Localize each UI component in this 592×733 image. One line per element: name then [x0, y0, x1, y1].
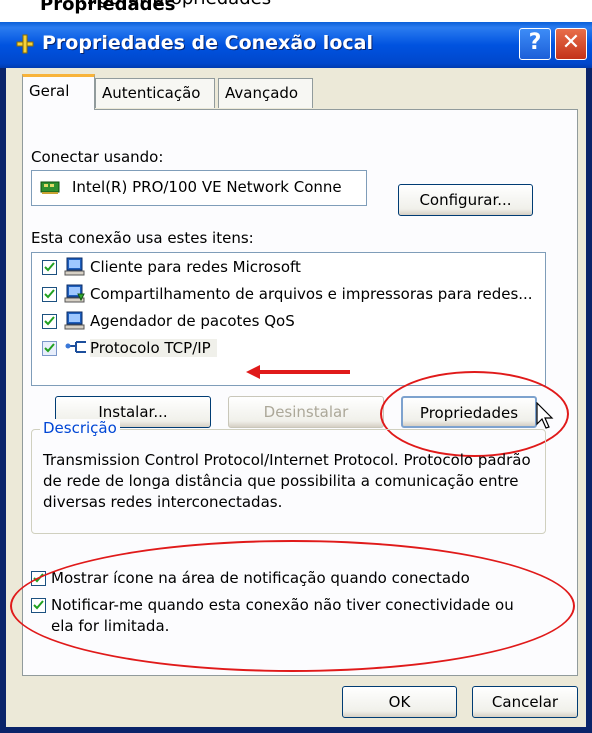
properties-dialog: Propriedades de Conexão local ? ✕ Geral … [0, 22, 592, 733]
list-item-label: Agendador de pacotes QoS [90, 312, 295, 330]
connect-using-label: Conectar usando: [31, 148, 164, 166]
tab-avancado[interactable]: Avançado [218, 78, 313, 108]
checkbox[interactable] [42, 260, 57, 275]
configure-button[interactable]: Configurar... [398, 184, 533, 216]
check-icon [33, 600, 44, 610]
ok-button[interactable]: OK [342, 686, 457, 718]
items-label: Esta conexão usa estes itens: [31, 229, 254, 247]
list-item-label: Compartilhamento de arquivos e impressor… [90, 285, 533, 303]
help-button[interactable]: ? [519, 28, 551, 60]
option-label-line1: Notificar-me quando esta conexão não tiv… [51, 596, 514, 614]
background-text: …gurar propriedades [80, 0, 271, 9]
tab-geral[interactable]: Geral [22, 74, 95, 110]
option-label-line2: ela for limitada. [51, 617, 170, 635]
qos-scheduler-icon [64, 311, 85, 330]
adapter-name: Intel(R) PRO/100 VE Network Conne [72, 178, 342, 196]
description-legend: Descrição [40, 419, 120, 437]
window-title: Propriedades de Conexão local [42, 32, 373, 54]
checkbox[interactable] [42, 341, 57, 356]
check-icon [44, 262, 55, 272]
title-bar[interactable]: Propriedades de Conexão local ? ✕ [0, 22, 592, 68]
network-card-icon [40, 181, 60, 194]
client-network-icon [64, 257, 85, 276]
file-sharing-icon [64, 284, 85, 303]
checkbox[interactable] [31, 571, 46, 586]
check-icon [44, 343, 55, 353]
mouse-cursor-icon [536, 402, 554, 429]
check-icon [33, 573, 44, 583]
checkbox[interactable] [42, 314, 57, 329]
uninstall-button: Desinstalar [228, 396, 384, 428]
cancel-button[interactable]: Cancelar [472, 686, 578, 718]
list-item-label: Protocolo TCP/IP [90, 339, 217, 357]
tab-autenticacao[interactable]: Autenticação [95, 78, 215, 108]
check-icon [44, 316, 55, 326]
properties-button[interactable]: Propriedades [401, 396, 537, 428]
check-icon [44, 289, 55, 299]
checkbox[interactable] [42, 287, 57, 302]
list-item-label: Cliente para redes Microsoft [90, 258, 301, 276]
annotation-arrow-icon [246, 365, 350, 379]
background-page-text: …gurar propriedades Propriedades [0, 0, 592, 22]
close-button[interactable]: ✕ [555, 28, 587, 60]
protocol-icon [65, 341, 86, 353]
network-connection-icon [16, 34, 34, 54]
checkbox[interactable] [31, 598, 46, 613]
description-text: Transmission Control Protocol/Internet P… [43, 451, 531, 511]
option-label: Mostrar ícone na área de notificação qua… [51, 569, 470, 587]
adapter-field: Intel(R) PRO/100 VE Network Conne [31, 170, 367, 206]
dialog-client-area: Geral Autenticação Avançado Conectar usa… [6, 68, 586, 727]
